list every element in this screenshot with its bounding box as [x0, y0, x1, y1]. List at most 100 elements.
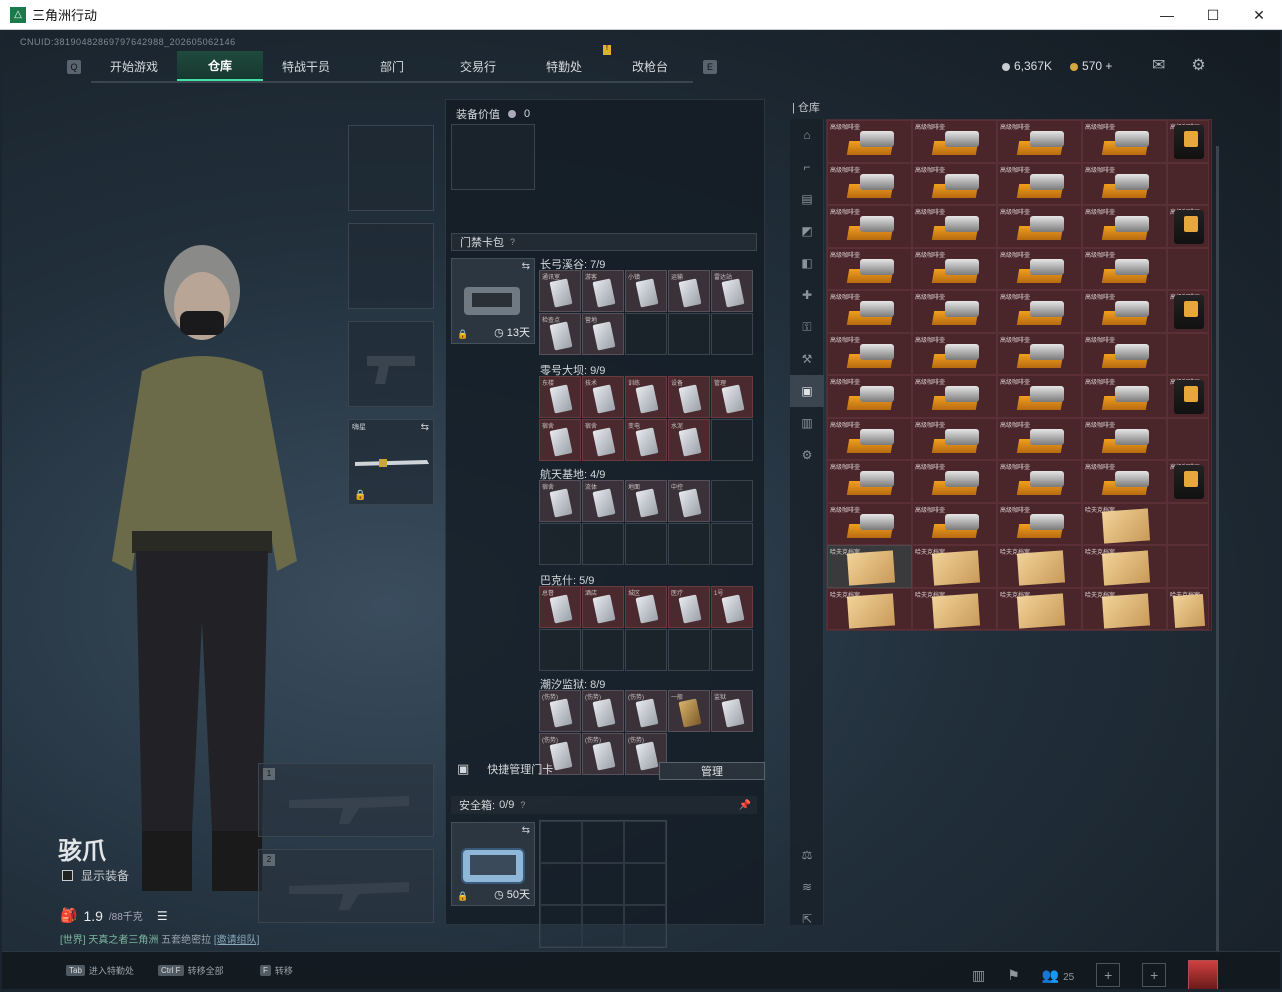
pin-icon[interactable]: 📌: [739, 800, 751, 811]
keycard-slot[interactable]: 运输: [668, 270, 710, 312]
layers-icon[interactable]: ≋: [790, 871, 824, 903]
warehouse-item[interactable]: 哈夫克档案: [912, 587, 997, 630]
chat-invite-link[interactable]: [邀请组队]: [214, 935, 260, 946]
keycard-slot[interactable]: 营地: [582, 313, 624, 355]
warehouse-item[interactable]: 哈夫克档案: [997, 545, 1082, 588]
warehouse-cell[interactable]: [1167, 247, 1209, 290]
keycard-slot[interactable]: 医疗: [668, 586, 710, 628]
warehouse-item[interactable]: 高级咖啡壶: [827, 120, 912, 163]
warehouse-settings-icon[interactable]: ⚙: [790, 439, 824, 471]
stats-icon[interactable]: ▥: [972, 967, 985, 984]
keycard-slot-empty[interactable]: [582, 523, 624, 565]
warehouse-item[interactable]: 哈夫克档案: [1167, 587, 1209, 630]
secondary-weapon-slot[interactable]: 2: [258, 849, 434, 923]
tab-5[interactable]: 特勤处!: [521, 45, 611, 81]
keycard-slot-empty[interactable]: [668, 629, 710, 671]
safebox-cell[interactable]: [540, 863, 582, 905]
keycard-slot-empty[interactable]: [668, 313, 710, 355]
warehouse-item[interactable]: 高级咖啡壶: [827, 247, 912, 290]
tab-4[interactable]: 交易行: [435, 51, 521, 81]
mail-icon[interactable]: ✉: [1152, 55, 1165, 75]
keycard-slot[interactable]: 1号: [711, 586, 753, 628]
swap-icon[interactable]: ⇆: [421, 422, 429, 433]
warehouse-item[interactable]: 高级咖啡壶: [1082, 205, 1167, 248]
keycard-slot[interactable]: 东楼: [539, 376, 581, 418]
checkbox[interactable]: [62, 870, 73, 881]
warehouse-item[interactable]: 哈夫克档案: [827, 587, 912, 630]
warehouse-item[interactable]: 高级咖啡壶: [997, 332, 1082, 375]
keycard-slot-empty[interactable]: [711, 313, 753, 355]
tab-0[interactable]: 开始游戏: [91, 51, 177, 81]
keycard-slot[interactable]: 管理: [711, 376, 753, 418]
category-ammo-icon[interactable]: ▤: [790, 183, 824, 215]
flag-icon[interactable]: ⚑: [1007, 967, 1020, 984]
warehouse-item[interactable]: 高级咖啡豆: [1167, 120, 1209, 163]
warehouse-item[interactable]: 哈夫克档案: [912, 545, 997, 588]
keycard-slot[interactable]: 游客: [582, 270, 624, 312]
show-equipment-toggle[interactable]: 显示装备: [62, 867, 129, 884]
safebox-cell[interactable]: [624, 863, 666, 905]
warehouse-item[interactable]: 高级咖啡壶: [1082, 417, 1167, 460]
warehouse-item[interactable]: 高级咖啡壶: [997, 417, 1082, 460]
tab-1[interactable]: 仓库: [177, 51, 263, 81]
keycard-slot-empty[interactable]: [668, 523, 710, 565]
primary-weapon-slot[interactable]: 1: [258, 763, 434, 837]
warehouse-item[interactable]: 高级咖啡壶: [1082, 460, 1167, 503]
keycard-slot[interactable]: (伤势): [625, 690, 667, 732]
q-key-icon[interactable]: Q: [67, 60, 81, 74]
hint-transfer-all[interactable]: Ctrl F 转移全部: [158, 964, 224, 977]
safebox-cell[interactable]: [540, 821, 582, 863]
keycard-slot[interactable]: 酒店: [582, 586, 624, 628]
keycard-slot[interactable]: 水泥: [668, 419, 710, 461]
expand-icon[interactable]: ⇱: [790, 903, 824, 935]
warehouse-item[interactable]: 高级咖啡壶: [912, 332, 997, 375]
tab-3[interactable]: 部门: [349, 51, 435, 81]
keycard-slot[interactable]: 训练: [625, 376, 667, 418]
close-button[interactable]: ✕: [1236, 0, 1282, 30]
category-tool-icon[interactable]: ⚒: [790, 343, 824, 375]
warehouse-item[interactable]: 高级咖啡壶: [827, 332, 912, 375]
safebox-cell[interactable]: [582, 905, 624, 947]
warehouse-item[interactable]: 高级咖啡壶: [1082, 332, 1167, 375]
warehouse-item[interactable]: 高级咖啡壶: [912, 290, 997, 333]
warehouse-item[interactable]: 高级咖啡豆: [1167, 460, 1209, 503]
warehouse-cell[interactable]: [1167, 545, 1209, 588]
list-icon[interactable]: ☰: [157, 909, 168, 923]
warehouse-item[interactable]: 高级咖啡壶: [997, 120, 1082, 163]
warehouse-item[interactable]: 哈夫克档案: [997, 587, 1082, 630]
warehouse-item[interactable]: 高级咖啡壶: [827, 205, 912, 248]
keycard-slot[interactable]: 通讯室: [539, 270, 581, 312]
warehouse-item[interactable]: 哈夫克档案: [1082, 545, 1167, 588]
pistol-slot[interactable]: [348, 321, 434, 407]
warehouse-item[interactable]: 高级咖啡壶: [827, 162, 912, 205]
keycard-slot[interactable]: 小镇: [625, 270, 667, 312]
keycard-slot-empty[interactable]: [711, 523, 753, 565]
keycard-slot[interactable]: 设备: [668, 376, 710, 418]
warehouse-cell[interactable]: [1167, 417, 1209, 460]
warehouse-item[interactable]: 高级咖啡壶: [1082, 120, 1167, 163]
keycard-bag-item[interactable]: ⇆ 🔒 ◷ 13天: [451, 258, 535, 344]
sort-icon[interactable]: ⚖: [790, 839, 824, 871]
tab-2[interactable]: 特战干员: [263, 51, 349, 81]
chat-user[interactable]: 天真之者三角洲: [88, 935, 158, 946]
warehouse-item[interactable]: 高级咖啡壶: [912, 205, 997, 248]
warehouse-item[interactable]: 高级咖啡壶: [997, 290, 1082, 333]
maximize-button[interactable]: ☐: [1190, 0, 1236, 30]
warehouse-scrollbar[interactable]: [1216, 146, 1219, 954]
keycard-slot[interactable]: 变电: [625, 419, 667, 461]
keycard-slot[interactable]: 宿舍: [539, 480, 581, 522]
warehouse-cell[interactable]: [1167, 502, 1209, 545]
safebox-cell[interactable]: [582, 821, 624, 863]
category-bag-icon[interactable]: ◧: [790, 247, 824, 279]
e-key-icon[interactable]: E: [703, 60, 717, 74]
hint-transfer[interactable]: F 转移: [260, 964, 293, 977]
warehouse-item[interactable]: 高级咖啡壶: [1082, 247, 1167, 290]
invite-slot-button[interactable]: +: [1096, 963, 1121, 987]
warehouse-item[interactable]: 高级咖啡壶: [912, 417, 997, 460]
keycard-slot[interactable]: 宿舍: [582, 419, 624, 461]
keycard-slot[interactable]: (伤势): [582, 690, 624, 732]
keycard-slot[interactable]: 雷达站: [711, 270, 753, 312]
keycard-slot[interactable]: 一般: [668, 690, 710, 732]
keycard-slot[interactable]: 城区: [625, 586, 667, 628]
warehouse-item[interactable]: 高级咖啡豆: [1167, 205, 1209, 248]
